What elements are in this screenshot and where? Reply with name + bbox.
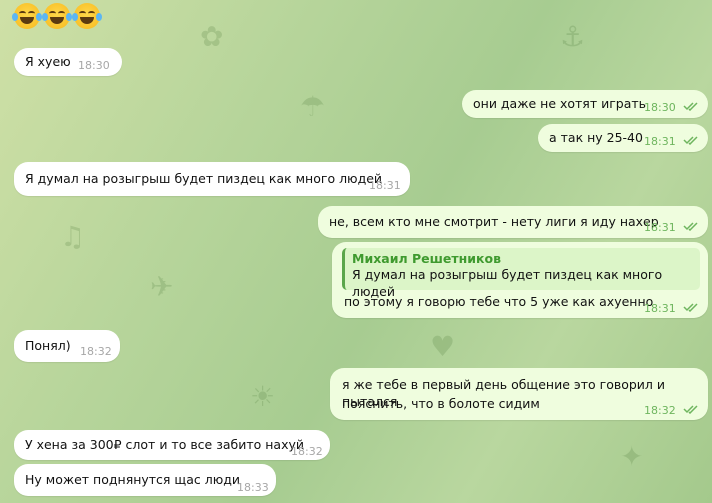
wallpaper-doodle: ☂ bbox=[300, 90, 326, 123]
message-time: 18:32 bbox=[644, 404, 676, 417]
incoming-message[interactable]: Понял) 18:32 bbox=[14, 330, 120, 362]
message-time: 18:31 bbox=[644, 302, 676, 315]
wallpaper-doodle: ♫ bbox=[60, 220, 86, 253]
message-text: не, всем кто мне смотрит - нету лиги я и… bbox=[329, 214, 659, 229]
double-check-icon bbox=[683, 303, 698, 312]
emoji-message[interactable] bbox=[12, 3, 102, 29]
message-time: 18:30 bbox=[644, 101, 676, 114]
message-time: 18:31 bbox=[644, 221, 676, 234]
outgoing-message[interactable]: они даже не хотят играть 18:30 bbox=[462, 90, 708, 118]
outgoing-reply-message[interactable]: Михаил Решетников Я думал на розыгрыш бу… bbox=[332, 242, 708, 318]
wallpaper-doodle: ♥ bbox=[430, 330, 456, 363]
double-check-icon bbox=[683, 102, 698, 111]
message-time: 18:31 bbox=[369, 179, 401, 192]
message-time: 18:32 bbox=[80, 345, 112, 358]
wallpaper-doodle: ✦ bbox=[620, 440, 644, 473]
message-time: 18:31 bbox=[644, 135, 676, 148]
incoming-message[interactable]: У хена за 300₽ слот и то все забито наху… bbox=[14, 430, 330, 460]
message-text: они даже не хотят играть bbox=[473, 96, 647, 111]
outgoing-message[interactable]: я же тебе в первый день общение это гово… bbox=[330, 368, 708, 420]
message-text: Я хуею bbox=[25, 54, 71, 69]
rolling-on-floor-laughing-emoji-icon bbox=[12, 3, 42, 29]
double-check-icon bbox=[683, 222, 698, 231]
incoming-message[interactable]: Я думал на розыгрыш будет пиздец как мно… bbox=[14, 162, 410, 196]
message-text: по этому я говорю тебе что 5 уже как аху… bbox=[344, 294, 654, 309]
reply-quote[interactable]: Михаил Решетников Я думал на розыгрыш бу… bbox=[342, 248, 700, 299]
incoming-message[interactable]: Ну может поднянутся щас люди 18:33 bbox=[14, 464, 276, 496]
wallpaper-doodle: ⚓ bbox=[560, 20, 586, 53]
wallpaper-doodle: ✿ bbox=[200, 20, 224, 53]
message-text: Я думал на розыгрыш будет пиздец как мно… bbox=[25, 171, 383, 186]
outgoing-message[interactable]: не, всем кто мне смотрит - нету лиги я и… bbox=[318, 206, 708, 238]
wallpaper-doodle: ☀ bbox=[250, 380, 276, 413]
message-time: 18:30 bbox=[78, 59, 110, 72]
outgoing-message[interactable]: а так ну 25-40 18:31 bbox=[538, 124, 708, 152]
message-text-line2: пояснить, что в болоте сидим bbox=[342, 396, 540, 411]
wallpaper-doodle: ✈ bbox=[150, 270, 174, 303]
rolling-on-floor-laughing-emoji-icon bbox=[42, 3, 72, 29]
double-check-icon bbox=[683, 136, 698, 145]
message-text: Понял) bbox=[25, 338, 71, 353]
message-text: а так ну 25-40 bbox=[549, 130, 643, 145]
message-text: Ну может поднянутся щас люди bbox=[25, 472, 240, 487]
incoming-message[interactable]: Я хуею 18:30 bbox=[14, 48, 122, 76]
reply-author: Михаил Решетников bbox=[352, 251, 501, 266]
message-time: 18:33 bbox=[237, 481, 269, 494]
rolling-on-floor-laughing-emoji-icon bbox=[72, 3, 102, 29]
message-text: У хена за 300₽ слот и то все забито наху… bbox=[25, 437, 305, 452]
double-check-icon bbox=[683, 405, 698, 414]
message-time: 18:32 bbox=[291, 445, 323, 458]
